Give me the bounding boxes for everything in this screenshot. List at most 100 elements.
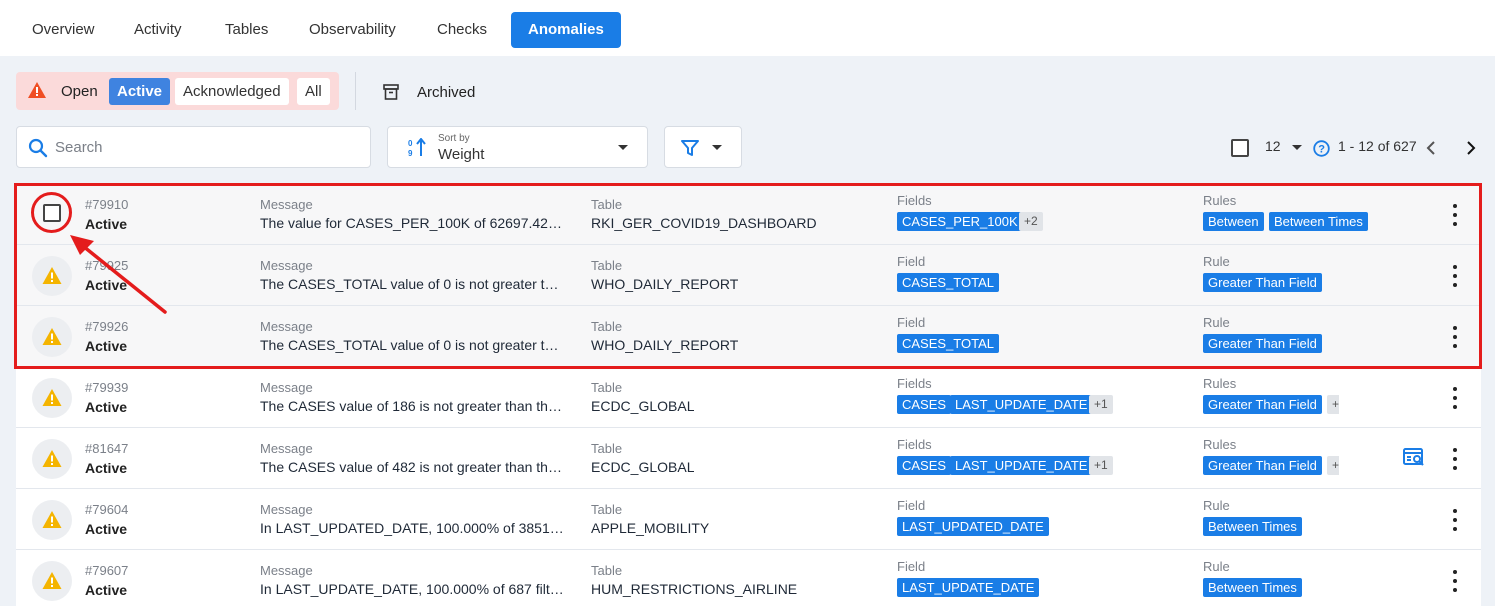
warning-icon <box>32 439 72 479</box>
archived-label: Archived <box>417 83 476 101</box>
warning-icon <box>32 500 72 540</box>
more-options-icon[interactable] <box>1450 387 1460 409</box>
page-size-chevron-icon[interactable] <box>1292 145 1302 150</box>
divider <box>355 72 356 110</box>
inspect-source-icon[interactable] <box>1403 448 1425 468</box>
rule-label: Rule <box>1203 315 1230 330</box>
anomaly-message: The CASES_TOTAL value of 0 is not greate… <box>260 276 565 292</box>
anomaly-id: #81647 <box>85 441 129 456</box>
message-label: Message <box>260 563 313 578</box>
tab-overview[interactable]: Overview <box>15 12 112 48</box>
warning-icon <box>32 317 72 357</box>
open-label: Open <box>61 83 98 100</box>
list-item[interactable]: #79926 Active Message The CASES_TOTAL va… <box>16 306 1481 367</box>
anomaly-table: ECDC_GLOBAL <box>591 459 695 475</box>
filter-button[interactable] <box>664 126 742 168</box>
list-item[interactable]: #81647 Active Message The CASES value of… <box>16 428 1481 489</box>
more-options-icon[interactable] <box>1450 326 1460 348</box>
field-label: Field <box>897 254 926 269</box>
acknowledged-filter-button[interactable]: Acknowledged <box>175 78 289 105</box>
search-icon <box>28 138 48 158</box>
anomaly-message: In LAST_UPDATED_DATE, 100.000% of 38513 … <box>260 520 565 536</box>
svg-text:9: 9 <box>408 149 413 158</box>
sort-icon: 0 9 <box>408 138 426 158</box>
fields-more-chip[interactable]: +2 <box>1019 212 1043 231</box>
message-label: Message <box>260 319 313 334</box>
chevron-left-icon[interactable] <box>1426 141 1438 155</box>
tab-observability[interactable]: Observability <box>292 12 413 48</box>
rule-chip[interactable]: Between Times <box>1269 212 1368 231</box>
row-checkbox[interactable] <box>43 204 61 222</box>
help-icon[interactable]: ? <box>1313 140 1330 157</box>
list-item[interactable]: #79939 Active Message The CASES value of… <box>16 367 1481 428</box>
rule-chip[interactable]: Greater Than Field <box>1203 456 1322 475</box>
tab-checks[interactable]: Checks <box>420 12 504 48</box>
more-options-icon[interactable] <box>1450 509 1460 531</box>
anomaly-table: HUM_RESTRICTIONS_AIRLINE <box>591 581 798 597</box>
chevron-right-icon[interactable] <box>1465 141 1477 155</box>
sort-caption: Sort by <box>438 133 470 144</box>
field-chip[interactable]: LAST_UPDATED_DATE <box>897 517 1049 536</box>
message-label: Message <box>260 502 313 517</box>
search-input[interactable] <box>55 135 355 159</box>
more-options-icon[interactable] <box>1450 448 1460 470</box>
page-size-value[interactable]: 12 <box>1265 138 1281 158</box>
anomaly-table: ECDC_GLOBAL <box>591 398 695 414</box>
pagination-range: 1 - 12 of 627 <box>1338 138 1417 154</box>
rules-more-chip[interactable]: +1 <box>1327 395 1339 414</box>
rule-chip[interactable]: Between Times <box>1203 517 1302 536</box>
anomaly-id: #79607 <box>85 563 129 578</box>
search-field[interactable] <box>16 126 371 168</box>
archived-button[interactable]: Archived <box>383 80 475 104</box>
rules-label: Rules <box>1203 437 1237 452</box>
list-item[interactable]: #79910 Active Message The value for CASE… <box>16 184 1481 245</box>
svg-text:0: 0 <box>408 139 413 148</box>
rule-chip[interactable]: Greater Than Field <box>1203 334 1322 353</box>
warning-icon <box>32 256 72 296</box>
rule-chip[interactable]: Greater Than Field <box>1203 273 1322 292</box>
active-filter-button[interactable]: Active <box>109 78 171 105</box>
fields-more-chip[interactable]: +1 <box>1089 456 1113 475</box>
anomaly-id: #79910 <box>85 197 129 212</box>
fields-label: Fields <box>897 376 932 391</box>
list-item[interactable]: #79607 Active Message In LAST_UPDATE_DAT… <box>16 550 1481 606</box>
select-all-checkbox[interactable] <box>1231 139 1249 157</box>
tab-activity[interactable]: Activity <box>117 12 199 48</box>
rule-chip[interactable]: Greater Than Field <box>1203 395 1322 414</box>
rule-chip[interactable]: Between Times <box>1203 578 1302 597</box>
field-chip[interactable]: CASES <box>897 456 952 475</box>
all-filter-button[interactable]: All <box>297 78 330 105</box>
field-chip[interactable]: LAST_UPDATE_DATE <box>950 456 1093 475</box>
field-chip[interactable]: LAST_UPDATE_DATE <box>897 578 1040 597</box>
more-options-icon[interactable] <box>1450 265 1460 287</box>
chevron-down-icon <box>712 145 722 150</box>
svg-text:?: ? <box>1318 144 1325 156</box>
more-options-icon[interactable] <box>1450 570 1460 592</box>
rule-chip[interactable]: Between <box>1203 212 1264 231</box>
sort-dropdown[interactable]: 0 9 Sort by Weight <box>387 126 648 168</box>
rules-label: Rules <box>1203 376 1237 391</box>
field-chip[interactable]: LAST_UPDATE_DATE <box>950 395 1093 414</box>
table-label: Table <box>591 563 623 578</box>
field-chip[interactable]: CASES_TOTAL <box>897 334 999 353</box>
list-item[interactable]: #79925 Active Message The CASES_TOTAL va… <box>16 245 1481 306</box>
anomaly-id: #79925 <box>85 258 129 273</box>
anomaly-table: RKI_GER_COVID19_DASHBOARD <box>591 215 817 231</box>
fields-more-chip[interactable]: +1 <box>1089 395 1113 414</box>
tab-tables[interactable]: Tables <box>208 12 285 48</box>
field-chip[interactable]: CASES_TOTAL <box>897 273 999 292</box>
field-chip[interactable]: CASES <box>897 395 952 414</box>
rules-more-chip[interactable]: +1 <box>1327 456 1339 475</box>
table-label: Table <box>591 197 623 212</box>
filter-icon <box>681 140 699 156</box>
list-item[interactable]: #79604 Active Message In LAST_UPDATED_DA… <box>16 489 1481 550</box>
rule-label: Rule <box>1203 254 1230 269</box>
fields-label: Fields <box>897 193 932 208</box>
field-chip[interactable]: CASES_PER_100K <box>897 212 1023 231</box>
tab-anomalies[interactable]: Anomalies <box>511 12 621 48</box>
more-options-icon[interactable] <box>1450 204 1460 226</box>
sort-value: Weight <box>438 146 485 163</box>
anomaly-id: #79939 <box>85 380 129 395</box>
chevron-down-icon <box>618 145 628 150</box>
tab-bar: Overview Activity Tables Observability C… <box>0 0 1495 56</box>
